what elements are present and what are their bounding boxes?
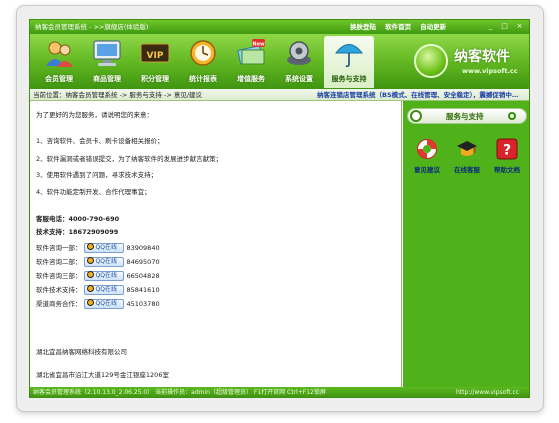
logo-url: www.vipsoft.cc (462, 67, 518, 75)
toolbar-label: 增值服务 (237, 75, 265, 83)
qq-row-label: 软件技术支持： (36, 286, 82, 294)
maximize-button[interactable]: □ (499, 22, 510, 31)
main-toolbar: 会员管理 商品管理 VIP 积分管理 统计报表 New 增值服务 系统设置 服务… (30, 34, 529, 89)
toolbar-label: 商品管理 (93, 75, 121, 83)
toolbar-label: 统计报表 (189, 75, 217, 83)
side-button-label: 意见建议 (414, 166, 440, 174)
help-question-icon: ? (496, 138, 518, 160)
breadcrumb-bar: 当前位置：纳客会员管理系统 -> 服务与支持 -> 意见/建议 纳客连锁店管理系… (30, 89, 529, 101)
content-panel: 为了更好的为您服务，请说明您的来意： 1、咨询软件、会员卡、刷卡设备相关报价； … (30, 101, 402, 387)
side-panel-header: 服务与支持 (407, 108, 527, 124)
toolbar-reports[interactable]: 统计报表 (180, 36, 226, 88)
title-bar: 纳客会员管理系统 - >>旗舰店(体验版) 换肤登陆 软件首页 自动更新 _ □… (30, 20, 529, 34)
qq-online-button[interactable]: QQ在线 (83, 271, 124, 281)
side-button-label: 帮助文档 (494, 166, 520, 174)
company-name: 湖北宜昌纳客网络科技有限公司 (36, 348, 127, 356)
service-phone: 客服电话：4000-790-690 (36, 215, 120, 223)
status-url[interactable]: http://www.vipsoft.cc (456, 387, 519, 397)
breadcrumb: 当前位置：纳客会员管理系统 -> 服务与支持 -> 意见/建议 (33, 91, 203, 99)
qq-online-label: QQ在线 (95, 244, 117, 251)
software-home-link[interactable]: 软件首页 (385, 23, 411, 31)
feedback-button[interactable]: 意见建议 (409, 138, 445, 178)
ring-icon (410, 110, 422, 122)
qq-penguin-icon (86, 257, 94, 264)
promo-marquee[interactable]: 纳客连锁店管理系统（BS模式、在线管理、安全稳定），震撼促销中… (317, 89, 529, 101)
clock-chart-icon (190, 40, 216, 66)
qq-number: 83909840 (126, 243, 160, 252)
qq-row-label: 渠道商务合作： (36, 300, 82, 308)
close-button[interactable]: × (514, 22, 525, 31)
panel-toggle-icon[interactable] (508, 112, 516, 120)
svg-text:?: ? (503, 143, 511, 159)
help-docs-button[interactable]: ? 帮助文档 (489, 138, 525, 178)
toolbar-label: 积分管理 (141, 75, 169, 83)
qq-number: 85841610 (126, 285, 160, 294)
toolbar-value-added[interactable]: New 增值服务 (228, 36, 274, 88)
logo-mark-icon (414, 44, 448, 78)
qq-row: 渠道商务合作： QQ在线 45103780 (36, 299, 160, 309)
qq-row: 软件技术支持： QQ在线 85841610 (36, 285, 160, 295)
qq-number: 45103780 (126, 299, 160, 308)
qq-row: 软件咨询一部： QQ在线 83909840 (36, 243, 160, 253)
intro-text: 为了更好的为您服务，请说明您的来意： (36, 111, 153, 119)
qq-online-button[interactable]: QQ在线 (83, 243, 124, 253)
online-service-button[interactable]: 在线客服 (449, 138, 485, 178)
toolbar-settings[interactable]: 系统设置 (276, 36, 322, 88)
qq-online-label: QQ在线 (95, 272, 117, 279)
company-address: 湖北省宜昌市沿江大道129号金江银座1206室 (36, 371, 169, 379)
qq-row-label: 软件咨询三部： (36, 272, 82, 280)
toolbar-points[interactable]: VIP 积分管理 (132, 36, 178, 88)
qq-online-button[interactable]: QQ在线 (83, 257, 124, 267)
qq-number: 84695070 (126, 257, 160, 266)
auto-update-link[interactable]: 自动更新 (420, 23, 446, 31)
app-window: 纳客会员管理系统 - >>旗舰店(体验版) 换肤登陆 软件首页 自动更新 _ □… (29, 19, 530, 398)
side-button-label: 在线客服 (454, 166, 480, 174)
reason-item: 3、使用软件遇到了问题，寻求技术支持； (36, 171, 158, 179)
qq-online-label: QQ在线 (95, 286, 117, 293)
reason-item: 2、软件漏洞或者错误提交，为了纳客软件的发展进步献言献策； (36, 155, 223, 163)
qq-online-label: QQ在线 (95, 258, 117, 265)
brand-logo: 纳客软件 www.vipsoft.cc (414, 42, 526, 86)
qq-number: 66504828 (126, 271, 160, 280)
graduation-cap-icon (457, 141, 477, 156)
titlebar-links: 换肤登陆 软件首页 自动更新 (350, 20, 453, 34)
qq-row: 软件咨询二部： QQ在线 84695070 (36, 257, 160, 267)
new-badge: New (252, 42, 265, 48)
members-icon (46, 41, 73, 67)
qq-row-label: 软件咨询一部： (36, 244, 82, 252)
computer-icon (93, 40, 121, 66)
lifebuoy-icon (417, 139, 437, 159)
qq-row: 软件咨询三部： QQ在线 66504828 (36, 271, 160, 281)
qq-penguin-icon (86, 243, 94, 250)
toolbar-products[interactable]: 商品管理 (84, 36, 130, 88)
qq-online-button[interactable]: QQ在线 (83, 285, 124, 295)
vip-text: VIP (147, 51, 164, 61)
change-skin-link[interactable]: 换肤登陆 (350, 23, 376, 31)
qq-penguin-icon (86, 299, 94, 306)
side-panel-title: 服务与支持 (446, 112, 484, 121)
new-money-icon: New (237, 39, 265, 65)
reason-item: 1、咨询软件、会员卡、刷卡设备相关报价； (36, 137, 164, 145)
logo-name: 纳客软件 (454, 49, 510, 65)
qq-online-button[interactable]: QQ在线 (83, 299, 124, 309)
gears-icon (287, 41, 311, 65)
toolbar-label: 系统设置 (285, 75, 313, 83)
tech-phone: 技术支持：18672909099 (36, 228, 119, 236)
toolbar-label: 会员管理 (45, 75, 73, 83)
vip-card-icon: VIP (140, 43, 170, 63)
side-panel: 服务与支持 意见建议 在线客服 ? 帮助文档 (403, 101, 529, 387)
minimize-button[interactable]: _ (485, 22, 496, 31)
qq-row-label: 软件咨询二部： (36, 258, 82, 266)
status-text: 纳客会员管理系统（2.10.13.0_2.06.25.0） 当前操作员：admi… (33, 389, 326, 396)
qq-penguin-icon (86, 271, 94, 278)
toolbar-members[interactable]: 会员管理 (36, 36, 82, 88)
toolbar-label: 服务与支持 (331, 75, 367, 83)
umbrella-icon (334, 44, 364, 68)
toolbar-service-support[interactable]: 服务与支持 (324, 36, 374, 88)
window-title: 纳客会员管理系统 - >>旗舰店(体验版) (35, 23, 149, 31)
qq-online-label: QQ在线 (95, 300, 117, 307)
qq-penguin-icon (86, 285, 94, 292)
status-bar: 纳客会员管理系统（2.10.13.0_2.06.25.0） 当前操作员：admi… (30, 387, 529, 397)
reason-item: 4、软件功能定制开发、合作代理事宜； (36, 188, 151, 196)
